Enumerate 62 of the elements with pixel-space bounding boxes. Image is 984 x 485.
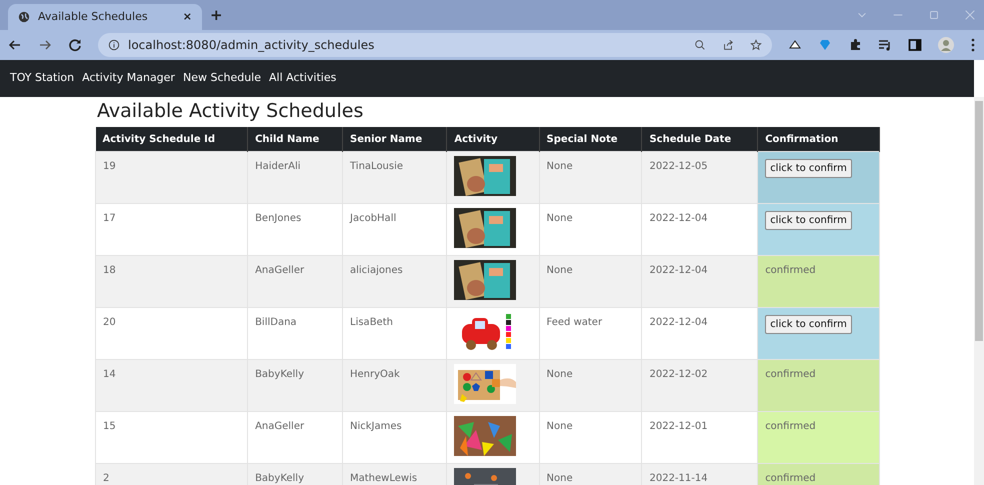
- table-cell: None: [539, 256, 642, 308]
- confirmed-status-cell: confirmed: [758, 464, 880, 485]
- table-cell: 14: [96, 360, 248, 412]
- column-header: Activity Schedule Id: [96, 126, 248, 152]
- table-cell: 18: [96, 256, 248, 308]
- activity-photo-placeholder: [454, 156, 516, 196]
- scrollbar-track[interactable]: [974, 97, 984, 485]
- star-icon[interactable]: [750, 39, 762, 51]
- confirm-button[interactable]: click to confirm: [765, 315, 852, 334]
- table-cell: aliciajones: [342, 256, 447, 308]
- table-cell: None: [539, 360, 642, 412]
- info-icon: [108, 39, 120, 51]
- globe-icon: [18, 11, 30, 23]
- table-cell: HenryOak: [342, 360, 447, 412]
- column-header: Child Name: [248, 126, 342, 152]
- table-cell: 19: [96, 152, 248, 204]
- zoom-icon[interactable]: [694, 39, 706, 51]
- table-cell: 2022-11-14: [642, 464, 758, 485]
- navbar-brand-link[interactable]: TOY Station: [10, 70, 74, 87]
- forward-arrow-icon[interactable]: [38, 38, 52, 52]
- nav-link[interactable]: Activity Manager: [82, 70, 175, 87]
- tab-close-button[interactable]: ×: [182, 8, 192, 26]
- column-header: Confirmation: [758, 126, 880, 152]
- activity-photo-placeholder: [454, 260, 516, 300]
- confirmed-status-cell: confirmed: [758, 256, 880, 308]
- table-cell: 2022-12-02: [642, 360, 758, 412]
- reload-icon[interactable]: [68, 38, 82, 52]
- share-icon[interactable]: [722, 39, 734, 51]
- back-arrow-icon[interactable]: [8, 38, 22, 52]
- table-cell: AnaGeller: [248, 256, 342, 308]
- column-header: Activity: [446, 126, 540, 152]
- activity-photo-placeholder: [454, 364, 516, 404]
- table-cell: 2022-12-05: [642, 152, 758, 204]
- nav-link[interactable]: All Activities: [269, 70, 336, 87]
- table-cell: 2022-12-04: [642, 256, 758, 308]
- table-cell: HaiderAli: [248, 152, 342, 204]
- confirmed-status-cell: confirmed: [758, 412, 880, 464]
- column-header: Senior Name: [342, 126, 447, 152]
- address-field[interactable]: localhost:8080/admin_activity_schedules: [98, 33, 772, 57]
- scrollbar-thumb[interactable]: [975, 101, 983, 341]
- table-cell: BabyKelly: [248, 360, 342, 412]
- more-menu-icon[interactable]: [970, 38, 976, 52]
- confirm-button[interactable]: click to confirm: [765, 211, 852, 230]
- table-cell: 2: [96, 464, 248, 485]
- table-cell: BabyKelly: [248, 464, 342, 485]
- page-title: Available Activity Schedules: [97, 100, 364, 123]
- new-tab-button[interactable]: +: [210, 4, 223, 26]
- table-cell: None: [539, 464, 642, 485]
- activity-photo-placeholder: [454, 416, 516, 456]
- side-panel-icon[interactable]: [908, 38, 922, 52]
- nav-link[interactable]: New Schedule: [182, 70, 262, 87]
- confirm-button[interactable]: click to confirm: [765, 159, 852, 178]
- puzzle-icon[interactable]: [848, 38, 862, 52]
- playlist-icon[interactable]: [878, 38, 892, 52]
- activity-photo-placeholder: [454, 208, 516, 248]
- table-cell: MathewLewis: [342, 464, 447, 485]
- column-header: Special Note: [539, 126, 642, 152]
- column-header: Schedule Date: [642, 126, 758, 152]
- browser-tab[interactable]: Available Schedules ×: [8, 4, 202, 30]
- confirmed-status-cell: confirmed: [758, 360, 880, 412]
- table-cell: TinaLousie: [342, 152, 447, 204]
- table-cell: None: [539, 152, 642, 204]
